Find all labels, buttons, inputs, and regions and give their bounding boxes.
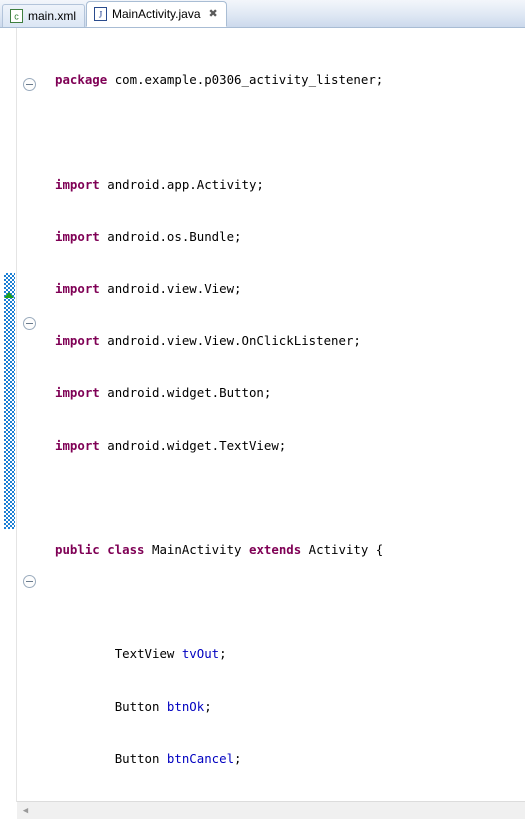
- svg-text:c: c: [14, 12, 19, 22]
- close-icon[interactable]: ✖: [209, 8, 218, 20]
- tab-main-xml[interactable]: c main.xml: [2, 4, 86, 27]
- scrollbar-track[interactable]: [34, 802, 525, 819]
- code-content[interactable]: package com.example.p0306_activity_liste…: [45, 28, 525, 819]
- code-line: TextView tvOut;: [114, 646, 227, 662]
- code-line: import android.widget.Button;: [55, 385, 272, 401]
- fold-toggle-onclick[interactable]: [23, 575, 36, 588]
- code-line: import android.widget.TextView;: [55, 437, 287, 453]
- svg-text:J: J: [99, 10, 103, 20]
- code-editor[interactable]: package com.example.p0306_activity_liste…: [0, 28, 525, 819]
- folding-margin[interactable]: [17, 28, 44, 819]
- code-line: package com.example.p0306_activity_liste…: [55, 72, 384, 88]
- code-line: Button btnCancel;: [114, 750, 242, 766]
- fold-toggle-imports[interactable]: [23, 78, 36, 91]
- xml-file-icon: c: [10, 9, 23, 23]
- editor-tab-bar: c main.xml J MainActivity.java ✖: [0, 0, 525, 28]
- code-line: import android.os.Bundle;: [55, 228, 242, 244]
- code-line: public class MainActivity extends Activi…: [55, 542, 384, 558]
- change-ruler: [0, 28, 17, 819]
- code-line: import android.app.Activity;: [55, 176, 264, 192]
- horizontal-scrollbar[interactable]: ◀: [17, 801, 525, 819]
- fold-toggle-oncreate[interactable]: [23, 317, 36, 330]
- change-bar: [4, 273, 15, 529]
- change-arrow-icon: [4, 292, 14, 298]
- code-line: import android.view.View;: [55, 281, 242, 297]
- scrollbar-corner: [0, 802, 17, 819]
- code-line: Button btnOk;: [114, 698, 212, 714]
- java-file-icon: J: [94, 7, 108, 21]
- eclipse-editor-window: c main.xml J MainActivity.java ✖ package…: [0, 0, 525, 832]
- tab-label: MainActivity.java: [112, 7, 201, 21]
- tab-label: main.xml: [28, 9, 77, 23]
- scroll-left-arrow-icon[interactable]: ◀: [17, 802, 34, 819]
- code-line: import android.view.View.OnClickListener…: [55, 333, 361, 349]
- tab-mainactivity-java[interactable]: J MainActivity.java ✖: [86, 1, 227, 27]
